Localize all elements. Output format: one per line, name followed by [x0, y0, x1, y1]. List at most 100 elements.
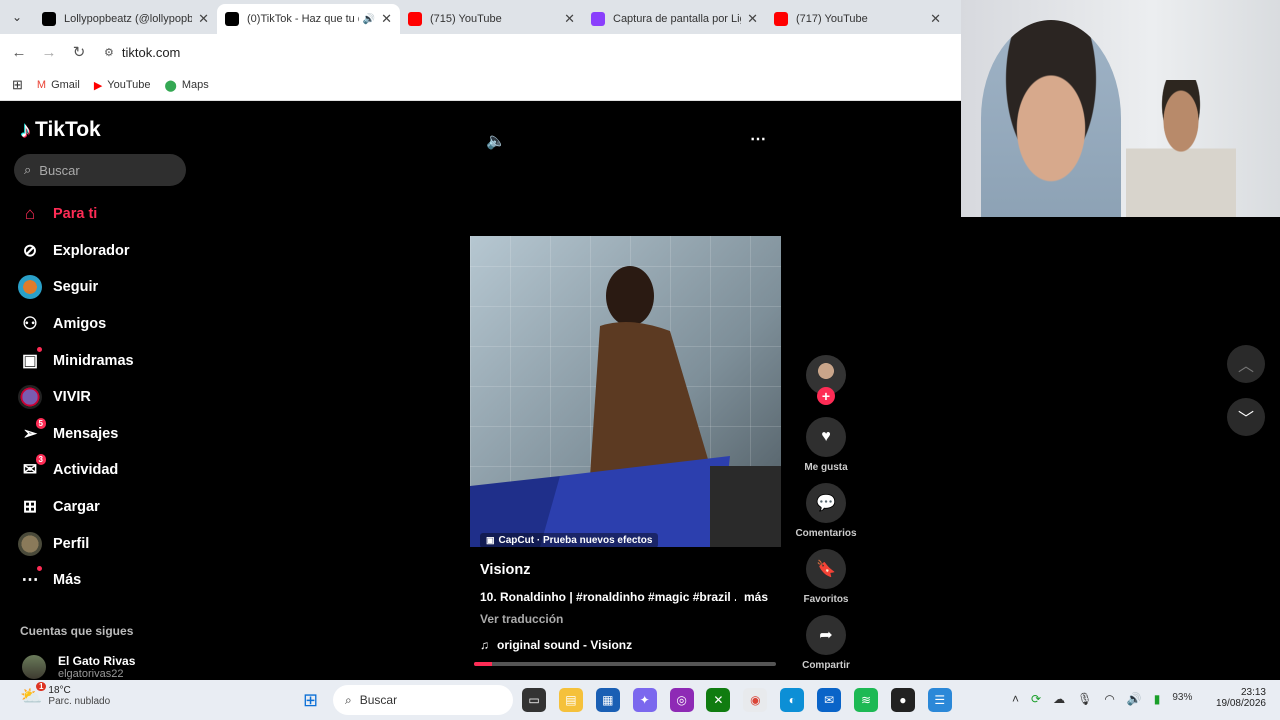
tab-title: (0)TikTok - Haz que tu día brille — [247, 13, 359, 25]
next-video-button[interactable]: ﹀ — [1227, 398, 1265, 436]
apps-grid-icon[interactable]: ⊞ — [12, 77, 23, 93]
task-view-icon[interactable]: ▭ — [522, 688, 546, 712]
sidebar-item-explorador[interactable]: ⊘ Explorador — [16, 233, 196, 270]
battery-icon[interactable]: ▮ — [1154, 692, 1161, 706]
sidebar-item-minidramas[interactable]: ▣ Minidramas — [16, 342, 196, 379]
browser-tab[interactable]: Captura de pantalla por Lightshot ✕ — [583, 4, 766, 34]
copilot-icon[interactable]: ✦ — [632, 688, 657, 712]
file-explorer-icon[interactable]: ▤ — [558, 688, 583, 712]
sidebar-item-label: Más — [53, 572, 82, 589]
store-icon[interactable]: ▦ — [595, 688, 620, 712]
capcut-label[interactable]: ▣ CapCut · Prueba nuevos efectos — [480, 533, 659, 548]
tray-chevron-up-icon[interactable]: ˄ — [1012, 692, 1019, 706]
follow-plus-icon[interactable]: + — [817, 387, 835, 405]
clock-date: 19/08/2026 — [1215, 698, 1266, 709]
tab-search-button[interactable]: ⌄ — [0, 0, 34, 34]
chevron-down-icon: ⌄ — [11, 10, 23, 24]
clock[interactable]: 23:13 19/08/2026 — [1214, 687, 1266, 709]
tiktok-logo[interactable]: ♪ TikTok — [20, 117, 101, 143]
sidebar-item-mas[interactable]: ⋯ Más — [16, 562, 196, 599]
close-icon[interactable]: ✕ — [930, 11, 941, 27]
video-author[interactable]: Visionz — [480, 562, 531, 578]
webcam-person-left — [981, 20, 1121, 217]
wifi-icon[interactable]: ◠ — [1104, 692, 1114, 706]
edge-icon[interactable]: ◐ — [780, 688, 805, 712]
app-icon[interactable]: ◎ — [669, 688, 694, 712]
bookmark-maps[interactable]: ⬤ Maps — [165, 79, 209, 92]
windows-start-icon[interactable]: ⊞ — [303, 690, 318, 711]
taskbar-search[interactable]: ⌕ Buscar — [333, 685, 513, 715]
translate-link[interactable]: Ver traducción — [480, 612, 563, 626]
following-account[interactable]: El Gato Rivas elgatorivas22 — [22, 654, 135, 680]
sound-link[interactable]: ♫ original sound - Visionz — [480, 638, 632, 652]
taskbar-apps: ▭ ▤ ▦ ✦ ◎ ✕ ◉ ◐ ✉ ≋ ● ☰ — [522, 688, 965, 712]
comment-button[interactable]: 💬 Comentarios — [795, 483, 857, 539]
back-arrow-icon[interactable]: ← — [4, 44, 34, 61]
previous-video-button[interactable]: ︿ — [1227, 345, 1265, 383]
site-info-icon[interactable]: ⚙ — [104, 46, 114, 59]
sidebar-item-label: Para ti — [53, 206, 98, 223]
reload-icon[interactable]: ↻ — [64, 43, 94, 61]
weather-badge: 1 — [35, 681, 47, 691]
close-icon[interactable]: ✕ — [381, 11, 392, 27]
sound-text: original sound - Visionz — [497, 638, 633, 652]
browser-tab[interactable]: (715) YouTube ✕ — [400, 4, 583, 34]
sidebar-item-actividad[interactable]: ✉ 3 Actividad — [16, 452, 196, 489]
heart-icon: ♥ — [806, 417, 846, 457]
tab-title: Captura de pantalla por Lightshot — [613, 13, 741, 25]
video-player[interactable] — [470, 236, 781, 547]
sidebar-item-label: Perfil — [53, 535, 90, 552]
chrome-icon[interactable]: ◉ — [743, 688, 768, 712]
volume-icon[interactable]: 🔈 — [486, 131, 506, 151]
speaker-icon[interactable]: 🔊 — [363, 14, 375, 25]
sidebar-item-seguir[interactable]: Seguir — [16, 269, 196, 306]
like-button[interactable]: ♥ Me gusta — [795, 417, 857, 473]
xbox-icon[interactable]: ✕ — [706, 688, 731, 712]
sync-icon[interactable]: ⟳ — [1031, 692, 1041, 706]
forward-arrow-icon[interactable]: → — [34, 44, 64, 61]
app-badge-icon[interactable]: ● — [890, 688, 915, 712]
creator-avatar[interactable]: + — [806, 355, 846, 405]
search-box[interactable]: ⌕ — [14, 154, 186, 186]
microphone-icon[interactable]: 🎙 — [1077, 692, 1092, 706]
tab-title: Lollypopbeatz (@lollypopbeatz) — [64, 13, 193, 25]
sidebar-item-para-ti[interactable]: ⌂ Para ti — [16, 196, 196, 233]
friends-icon: ⚇ — [22, 314, 38, 334]
following-heading: Cuentas que sigues — [20, 624, 134, 638]
sidebar-item-mensajes[interactable]: ➢ 5 Mensajes — [16, 416, 196, 453]
sidebar-item-cargar[interactable]: ⊞ Cargar — [16, 489, 196, 526]
search-icon: ⌕ — [345, 692, 352, 707]
clock-time: 23:13 — [1240, 687, 1266, 698]
close-icon[interactable]: ✕ — [198, 11, 209, 27]
sidebar-item-vivir[interactable]: VIVIR — [16, 379, 196, 416]
bookmark-gmail[interactable]: M Gmail — [37, 79, 80, 91]
sidebar-item-perfil[interactable]: Perfil — [16, 525, 196, 562]
browser-tab[interactable]: Lollypopbeatz (@lollypopbeatz) ✕ — [34, 4, 217, 34]
app-tray-icon[interactable]: ☁ — [1053, 692, 1065, 706]
share-button[interactable]: ➦ Compartir — [795, 615, 857, 671]
sidebar-item-label: Actividad — [53, 462, 119, 479]
weather-widget[interactable]: ⛅ 1 18°C Parc. nublado — [20, 681, 110, 707]
notepad-icon[interactable]: ☰ — [927, 688, 952, 712]
browser-tab-active[interactable]: (0)TikTok - Haz que tu día brille 🔊 ✕ — [217, 4, 400, 34]
notification-dot — [37, 346, 42, 352]
search-input[interactable] — [39, 162, 170, 178]
sidebar-item-amigos[interactable]: ⚇ Amigos — [16, 306, 196, 343]
more-link[interactable]: más — [744, 590, 768, 604]
url-field[interactable]: ⚙ tiktok.com — [104, 45, 180, 60]
avatar — [22, 655, 46, 679]
favorite-button[interactable]: 🔖 Favoritos — [795, 549, 857, 605]
video-progress-bar[interactable] — [474, 662, 776, 666]
close-icon[interactable]: ✕ — [564, 11, 575, 27]
capcut-icon: ▣ — [486, 535, 495, 545]
bookmark-youtube[interactable]: ▶ YouTube — [94, 79, 151, 92]
search-icon: ⌕ — [24, 162, 32, 177]
browser-tab[interactable]: (717) YouTube ✕ — [766, 4, 949, 34]
spotify-icon[interactable]: ≋ — [854, 688, 879, 712]
sidebar-nav: ⌂ Para ti ⊘ Explorador Seguir ⚇ Amigos ▣… — [16, 196, 196, 599]
close-icon[interactable]: ✕ — [747, 11, 758, 27]
outlook-icon[interactable]: ✉ — [817, 688, 842, 712]
volume-tray-icon[interactable]: 🔊 — [1127, 692, 1142, 706]
battery-percent: 93% — [1172, 692, 1193, 703]
more-options-icon[interactable]: ⋯ — [750, 129, 766, 149]
